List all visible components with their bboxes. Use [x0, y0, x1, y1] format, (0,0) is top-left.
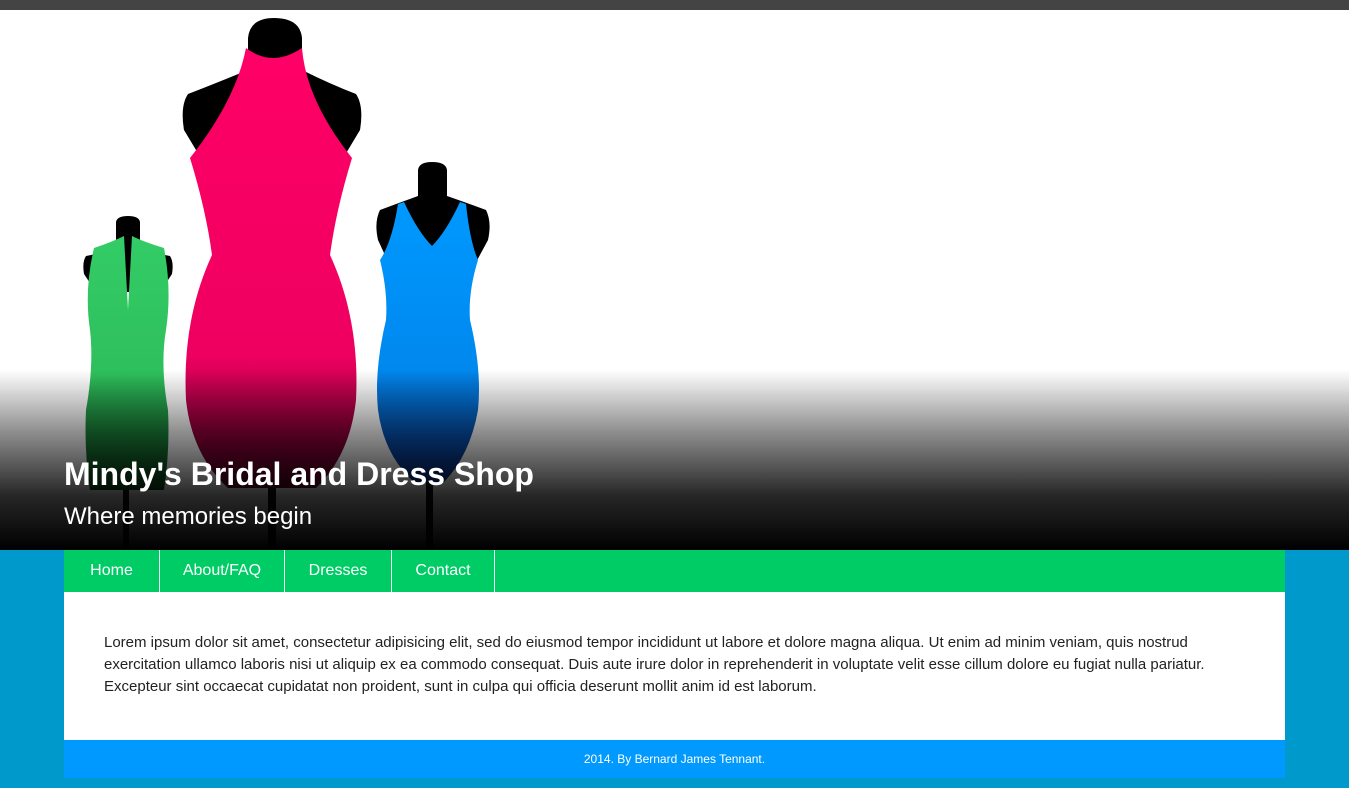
footer: 2014. By Bernard James Tennant.	[64, 740, 1285, 778]
nav-item-contact[interactable]: Contact	[392, 550, 495, 592]
nav-item-dresses[interactable]: Dresses	[285, 550, 392, 592]
footer-text: 2014. By Bernard James Tennant.	[583, 752, 766, 766]
site-title: Mindy's Bridal and Dress Shop	[64, 456, 534, 492]
nav-item-home[interactable]: Home	[64, 550, 160, 592]
top-bar	[0, 0, 1349, 10]
header-banner: Mindy's Bridal and Dress Shop Where memo…	[0, 10, 1349, 550]
site-tagline: Where memories begin	[64, 503, 313, 530]
page-wrapper: Home About/FAQ Dresses Contact Lorem ips…	[64, 550, 1285, 778]
main-nav: Home About/FAQ Dresses Contact	[64, 550, 1285, 592]
nav-item-about-faq[interactable]: About/FAQ	[160, 550, 285, 592]
main-content: Lorem ipsum dolor sit amet, consectetur …	[64, 592, 1285, 740]
content-paragraph: Lorem ipsum dolor sit amet, consectetur …	[104, 634, 1205, 695]
